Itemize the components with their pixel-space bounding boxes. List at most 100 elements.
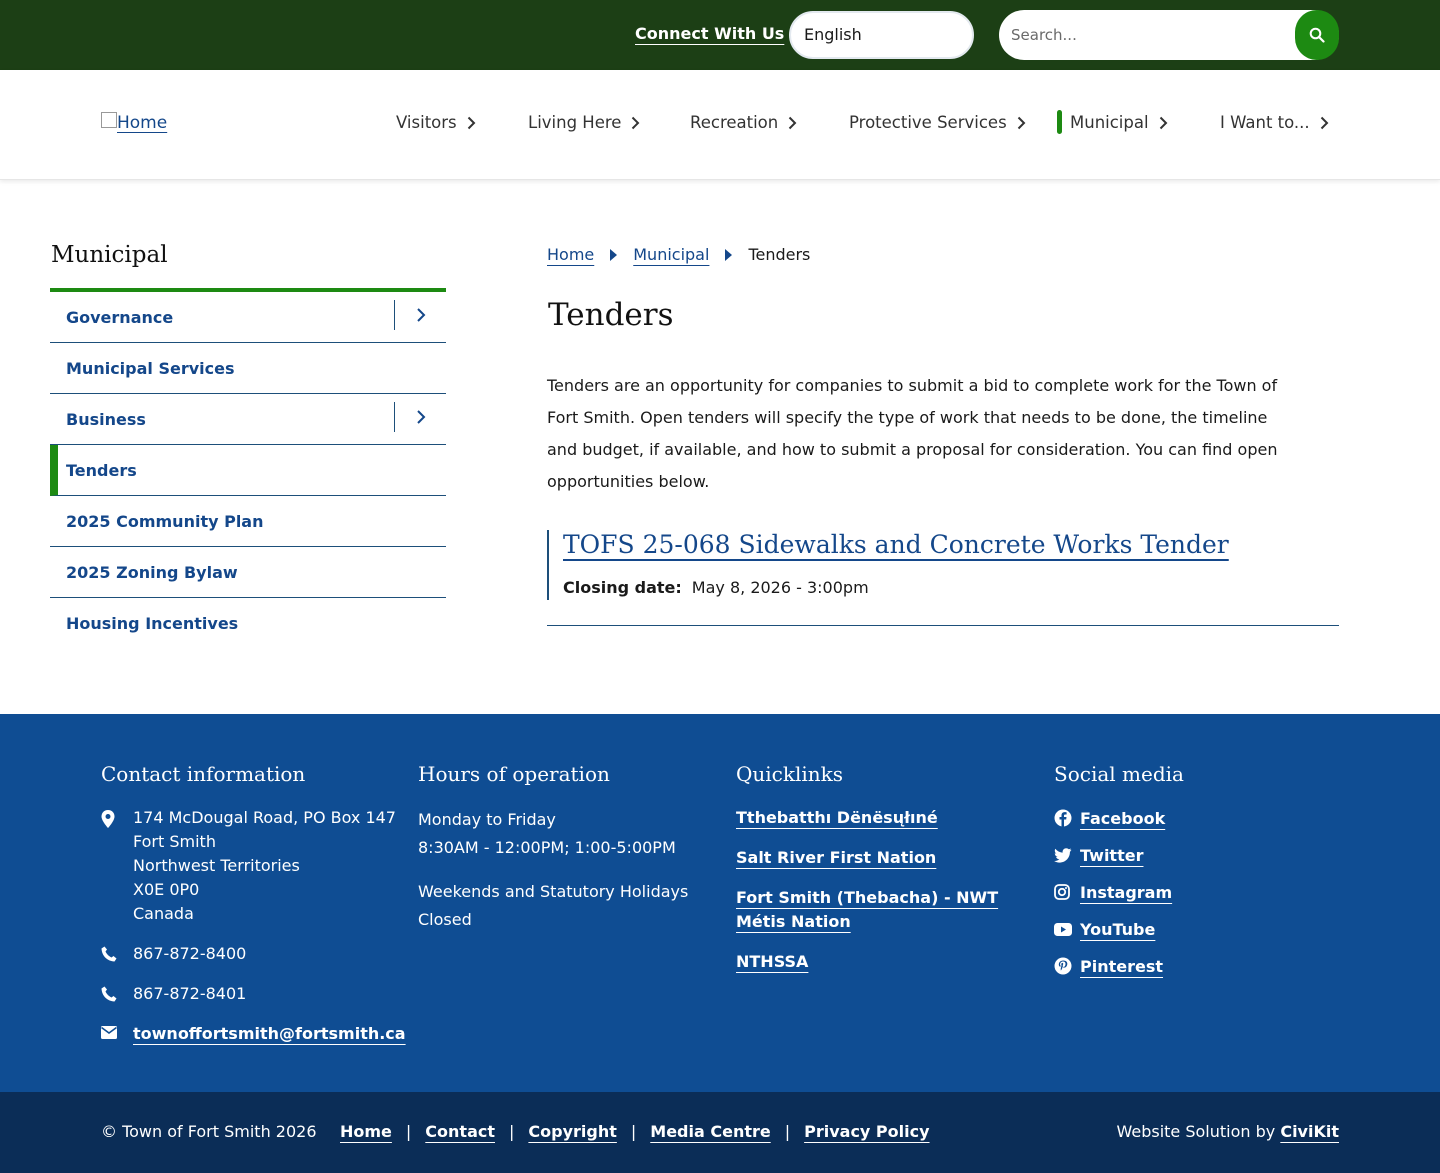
chevron-right-icon <box>1159 116 1167 129</box>
credit-prefix: Website Solution by <box>1116 1122 1276 1141</box>
nav-municipal[interactable]: Municipal <box>1057 110 1168 134</box>
social-youtube: YouTube <box>1054 917 1334 941</box>
footer-copyright-link[interactable]: Copyright <box>528 1122 616 1141</box>
nav-label: Protective Services <box>849 113 1007 132</box>
main-header: Home Visitors Living Here Recreation Pro… <box>0 70 1440 180</box>
sidebar-item-community-plan[interactable]: 2025 Community Plan <box>50 496 446 547</box>
sidebar-item-label: 2025 Community Plan <box>66 511 264 531</box>
instagram-link[interactable]: Instagram <box>1080 883 1172 902</box>
nav-label: Recreation <box>690 113 779 132</box>
divider: | <box>784 1122 791 1141</box>
connect-with-us-link[interactable]: Connect With Us <box>635 24 784 43</box>
phone-number[interactable]: 867-872-8400 <box>133 942 246 966</box>
footer-social-heading: Social media <box>1054 762 1184 786</box>
chevron-right-icon <box>789 116 797 129</box>
sidebar-item-label: Tenders <box>66 460 137 480</box>
sidebar-item-label: 2025 Zoning Bylaw <box>66 562 238 582</box>
weekday-label: Monday to Friday <box>418 810 556 829</box>
nav-recreation[interactable]: Recreation <box>690 113 797 132</box>
logo-alt-text: Home <box>117 113 168 133</box>
youtube-link[interactable]: YouTube <box>1080 920 1155 939</box>
search-input[interactable] <box>1011 10 1291 60</box>
nav-label: I Want to... <box>1220 113 1310 132</box>
civikit-link[interactable]: CiviKit <box>1280 1122 1339 1141</box>
footer-quicklinks-column: Quicklinks Tthebatthı Dënësųłıné Salt Ri… <box>736 762 1026 990</box>
site-credit: Website Solution by CiviKit <box>1116 1122 1339 1141</box>
sidebar-item-label: Housing Incentives <box>66 614 239 633</box>
footer-email: townoffortsmith@fortsmith.ca <box>101 1022 406 1046</box>
footer-contact-heading: Contact information <box>101 762 306 786</box>
sidebar-nav: Governance Municipal Services Business T… <box>50 292 446 649</box>
expand-business-button[interactable] <box>394 402 446 432</box>
breadcrumb-home-link[interactable]: Home <box>547 245 594 264</box>
divider: | <box>630 1122 637 1141</box>
nav-label: Visitors <box>396 113 457 132</box>
sidebar-item-business[interactable]: Business <box>50 394 446 445</box>
quicklink-salt-river[interactable]: Salt River First Nation <box>736 846 1021 870</box>
site-footer: Contact information 174 McDougal Road, P… <box>0 714 1440 1092</box>
facebook-icon <box>1054 809 1080 827</box>
tender-card: TOFS 25-068 Sidewalks and Concrete Works… <box>547 530 1339 626</box>
expand-governance-button[interactable] <box>394 300 446 330</box>
quicklink-tthebatthi[interactable]: Tthebatthı Dënësųłıné <box>736 806 1021 830</box>
nav-i-want-to[interactable]: I Want to... <box>1220 113 1329 132</box>
weekend-hours: Closed <box>418 910 472 929</box>
footer-fax: 867-872-8401 <box>101 982 401 1006</box>
instagram-icon <box>1054 884 1080 900</box>
intro-paragraph: Tenders are an opportunity for companies… <box>547 376 1278 491</box>
site-logo-link[interactable]: Home <box>101 112 168 133</box>
twitter-link[interactable]: Twitter <box>1080 846 1143 865</box>
footer-quicklinks-heading: Quicklinks <box>736 762 844 786</box>
divider: | <box>509 1122 515 1141</box>
envelope-icon <box>101 1022 133 1039</box>
chevron-right-icon <box>467 116 476 129</box>
address-line: 174 McDougal Road, PO Box 147 <box>133 808 396 827</box>
language-select[interactable]: English <box>789 11 974 59</box>
quicklink-metis-nation[interactable]: Fort Smith (Thebacha) - NWT Métis Nation <box>736 886 1021 934</box>
page-title: Tenders <box>548 297 674 333</box>
sidebar-item-housing-incentives[interactable]: Housing Incentives <box>50 598 446 649</box>
pinterest-icon <box>1054 957 1080 975</box>
caret-right-icon <box>610 248 618 261</box>
copyright-text: © Town of Fort Smith 2026 <box>101 1122 317 1141</box>
footer-privacy-policy-link[interactable]: Privacy Policy <box>804 1122 929 1141</box>
nav-visitors[interactable]: Visitors <box>396 113 476 132</box>
social-facebook: Facebook <box>1054 806 1334 830</box>
footer-phone: 867-872-8400 <box>101 942 401 966</box>
nav-label: Living Here <box>528 113 622 132</box>
breadcrumb-current: Tenders <box>748 245 811 264</box>
chevron-right-icon <box>1320 116 1329 129</box>
sidebar-item-label: Governance <box>66 307 174 327</box>
footer-hours-column: Hours of operation Monday to Friday 8:30… <box>418 762 708 934</box>
footer-address: 174 McDougal Road, PO Box 147 Fort Smith… <box>101 806 401 926</box>
social-twitter: Twitter <box>1054 843 1334 867</box>
twitter-icon <box>1054 847 1080 863</box>
tender-title-link[interactable]: TOFS 25-068 Sidewalks and Concrete Works… <box>563 530 1229 559</box>
sidebar-item-zoning-bylaw[interactable]: 2025 Zoning Bylaw <box>50 547 446 598</box>
footer-home-link[interactable]: Home <box>340 1122 392 1141</box>
pinterest-link[interactable]: Pinterest <box>1080 957 1163 976</box>
search-button[interactable] <box>1295 10 1339 60</box>
sidebar-item-label: Municipal Services <box>66 358 235 378</box>
breadcrumb: Home Municipal Tenders <box>547 245 810 264</box>
footer-bottom-links: Home | Contact | Copyright | Media Centr… <box>340 1122 930 1141</box>
sidebar-item-tenders[interactable]: Tenders <box>50 445 446 496</box>
nav-living-here[interactable]: Living Here <box>528 113 640 132</box>
sidebar-item-governance[interactable]: Governance <box>50 292 446 343</box>
chevron-right-icon <box>416 410 425 424</box>
footer-media-centre-link[interactable]: Media Centre <box>650 1122 770 1141</box>
address-line: Northwest Territories <box>133 856 300 875</box>
broken-image-icon <box>101 112 117 128</box>
chevron-right-icon <box>1017 116 1026 129</box>
nav-protective-services[interactable]: Protective Services <box>849 113 1026 132</box>
search-box <box>999 10 1339 60</box>
sidebar-item-municipal-services[interactable]: Municipal Services <box>50 343 446 394</box>
footer-contact-link[interactable]: Contact <box>425 1122 495 1141</box>
quicklink-nthssa[interactable]: NTHSSA <box>736 950 1021 974</box>
facebook-link[interactable]: Facebook <box>1080 809 1165 828</box>
sidebar-title: Municipal <box>51 242 168 268</box>
fax-number[interactable]: 867-872-8401 <box>133 982 246 1006</box>
email-link[interactable]: townoffortsmith@fortsmith.ca <box>133 1022 406 1046</box>
nav-label: Municipal <box>1070 113 1149 132</box>
breadcrumb-municipal-link[interactable]: Municipal <box>633 245 709 264</box>
